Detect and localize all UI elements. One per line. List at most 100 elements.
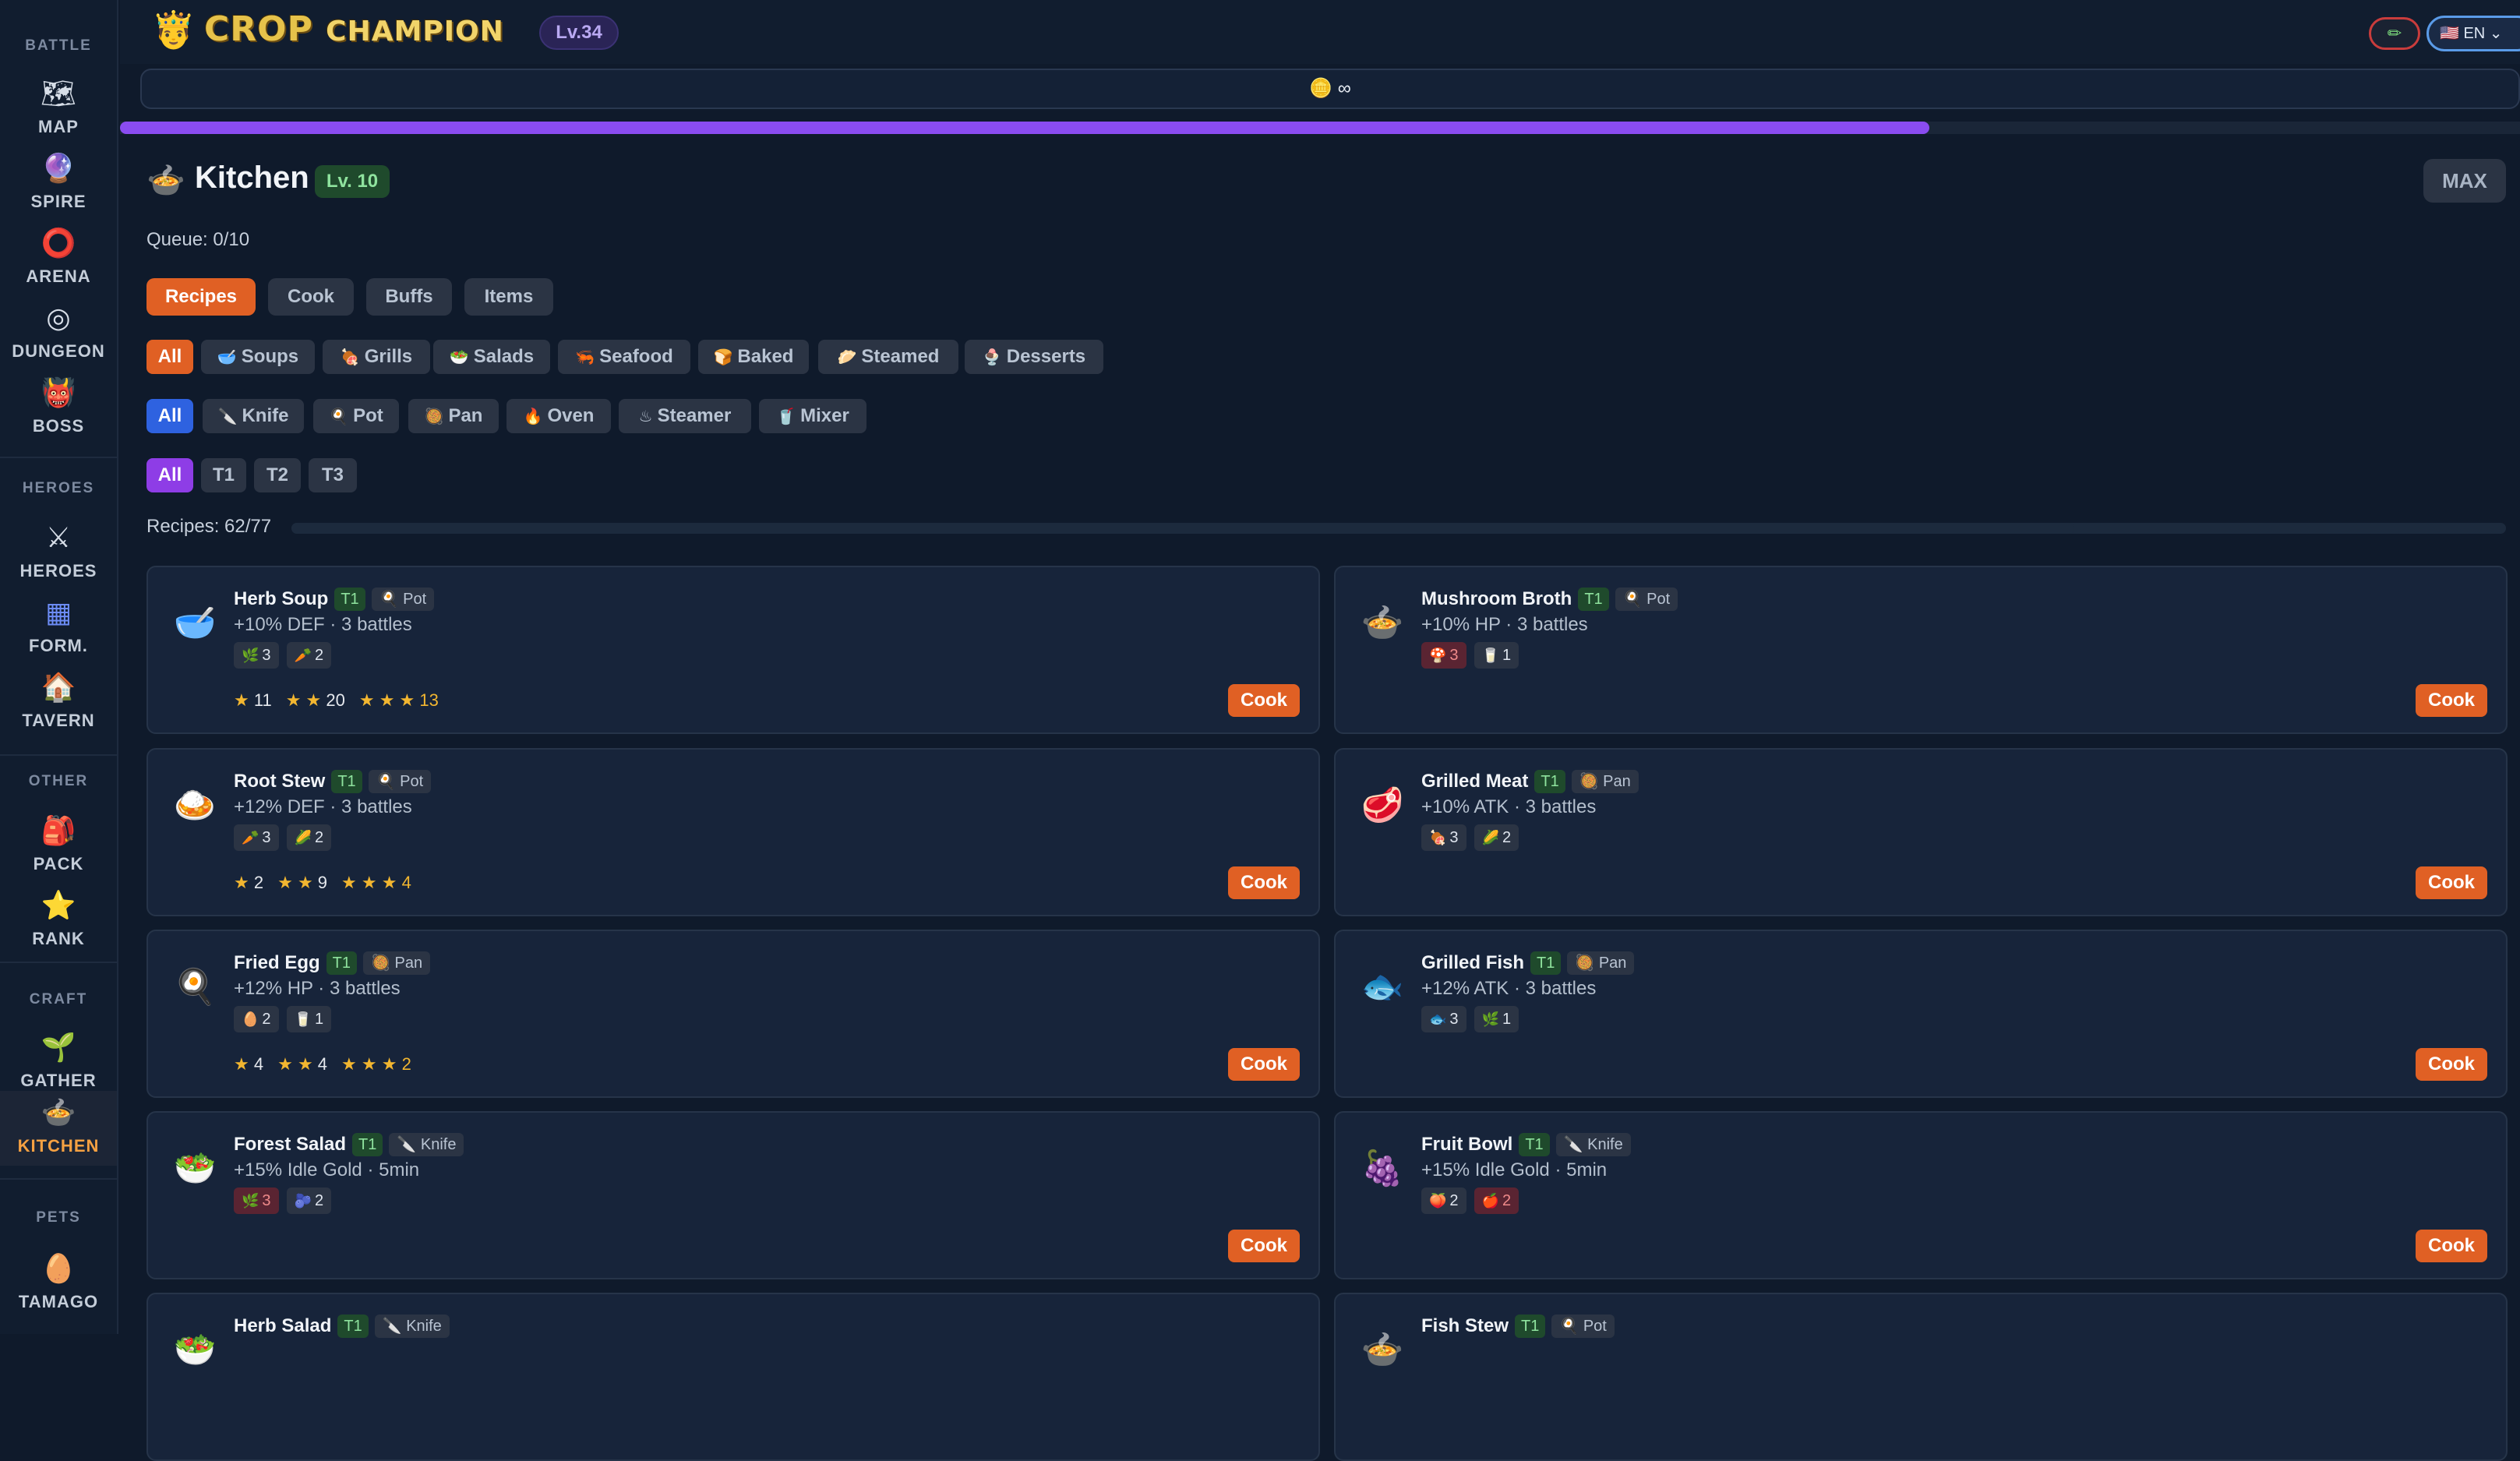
sidebar-item-dungeon[interactable]: ◎ DUNGEON xyxy=(0,296,117,371)
sidebar-item-map[interactable]: 🗺 MAP xyxy=(0,72,117,146)
recipe-name: Fish Stew T1 🍳 Pot xyxy=(1421,1315,1615,1338)
bread-icon: 🍞 xyxy=(713,349,733,366)
tier-badge: T1 xyxy=(1578,588,1609,611)
sidebar-item-spire[interactable]: 🔮 SPIRE xyxy=(0,146,117,221)
recipe-name: Fruit Bowl T1 🔪 Knife xyxy=(1421,1133,1631,1156)
category-salads[interactable]: 🥗 Salads xyxy=(433,340,550,374)
star-icon: ★ xyxy=(234,1054,254,1074)
avatar[interactable]: 🤴 xyxy=(151,8,196,51)
tier-badge: T1 xyxy=(331,770,362,793)
ingredient-icon: 🐟 xyxy=(1429,1011,1447,1027)
category-all[interactable]: All xyxy=(146,340,193,374)
category-baked[interactable]: 🍞 Baked xyxy=(698,340,809,374)
star-icon: ★ xyxy=(381,1054,402,1074)
tool-knife[interactable]: 🔪 Knife xyxy=(203,399,304,433)
tool-oven[interactable]: 🔥 Oven xyxy=(506,399,611,433)
cook-button[interactable]: Cook xyxy=(2416,1230,2487,1262)
tool-badge: 🍳 Pot xyxy=(1551,1315,1615,1338)
gold-value: ∞ xyxy=(1337,78,1351,99)
max-button[interactable]: MAX xyxy=(2423,159,2506,203)
sidebar-divider xyxy=(0,754,117,756)
ingredient-icon: 🌽 xyxy=(1481,830,1499,845)
ingredient-list: 🥕 3 🌽 2 xyxy=(234,824,332,851)
chip-label: Baked xyxy=(737,346,794,367)
cook-button[interactable]: Cook xyxy=(1228,684,1300,717)
gold-bar: 🪙 ∞ xyxy=(140,69,2520,109)
tier-all[interactable]: All xyxy=(146,458,193,492)
star-count: 20 xyxy=(326,690,345,710)
sidebar-item-tavern[interactable]: 🏠 TAVERN xyxy=(0,665,117,740)
sidebar-item-arena[interactable]: ⭕ ARENA xyxy=(0,221,117,296)
star-icon: ★ xyxy=(341,1054,362,1074)
ingredient-chip: 🍑 2 xyxy=(1421,1188,1466,1214)
recipe-name: Forest Salad T1 🔪 Knife xyxy=(234,1133,464,1156)
cook-button[interactable]: Cook xyxy=(2416,684,2487,717)
player-level-badge: Lv.34 xyxy=(539,16,619,50)
recipe-title: Root Stew xyxy=(234,771,326,792)
category-steamed[interactable]: 🥟 Steamed xyxy=(818,340,958,374)
tool-all[interactable]: All xyxy=(146,399,193,433)
tab-recipes[interactable]: Recipes xyxy=(146,278,256,316)
star-rating-1: ★ 2 xyxy=(234,873,263,893)
dish-icon: 🍲 xyxy=(1361,1331,1404,1369)
tab-cook[interactable]: Cook xyxy=(268,278,354,316)
category-grills[interactable]: 🍖 Grills xyxy=(323,340,430,374)
bowl-icon: 🥣 xyxy=(217,349,237,366)
chip-label: Knife xyxy=(242,405,289,426)
sidebar-item-heroes[interactable]: ⚔ HEROES xyxy=(0,516,117,591)
sidebar-item-rank[interactable]: ⭐ RANK xyxy=(0,884,117,958)
cook-button[interactable]: Cook xyxy=(1228,1230,1300,1262)
tier-t3[interactable]: T3 xyxy=(309,458,357,492)
tab-items[interactable]: Items xyxy=(464,278,553,316)
recipe-effect: +12% HP · 3 battles xyxy=(234,978,401,999)
cook-button[interactable]: Cook xyxy=(1228,866,1300,899)
chip-label: Soups xyxy=(241,346,299,367)
star-icon: ★ xyxy=(234,873,254,892)
tool-steamer[interactable]: ♨ Steamer xyxy=(619,399,751,433)
category-desserts[interactable]: 🍨 Desserts xyxy=(965,340,1103,374)
sidebar-item-label: ARENA xyxy=(26,266,91,286)
tab-buffs[interactable]: Buffs xyxy=(366,278,452,316)
game-title-main: CROP xyxy=(204,9,313,49)
sidebar-item-label: HEROES xyxy=(19,561,97,581)
star-count: 2 xyxy=(401,1054,411,1074)
star-icon: ★ xyxy=(305,690,326,710)
ingredient-icon: 🥕 xyxy=(242,830,259,845)
sidebar-item-gather[interactable]: 🌱 GATHER xyxy=(0,1025,117,1100)
cook-button[interactable]: Cook xyxy=(2416,1048,2487,1081)
sidebar-item-boss[interactable]: 👹 BOSS xyxy=(0,371,117,446)
ingredient-icon: 🥛 xyxy=(1481,648,1499,663)
sidebar-item-label: DUNGEON xyxy=(12,341,105,361)
tool-pan[interactable]: 🥘 Pan xyxy=(408,399,499,433)
pot-icon: 🍳 xyxy=(329,408,349,425)
dish-icon: 🥗 xyxy=(173,1149,217,1188)
sidebar-item-label: PACK xyxy=(33,854,84,873)
sidebar-item-formation[interactable]: ▦ FORM. xyxy=(0,591,117,665)
ingredient-icon: 🥕 xyxy=(294,648,312,663)
star-rating-3: ★ ★ ★ 4 xyxy=(341,873,411,893)
cook-button[interactable]: Cook xyxy=(2416,866,2487,899)
sidebar-item-kitchen[interactable]: 🍲 KITCHEN xyxy=(0,1091,117,1166)
tier-t1[interactable]: T1 xyxy=(201,458,246,492)
sidebar-item-pack[interactable]: 🎒 PACK xyxy=(0,809,117,884)
recipe-title: Fruit Bowl xyxy=(1421,1134,1513,1155)
sidebar-item-tamago[interactable]: 🥚 TAMAGO xyxy=(0,1247,117,1322)
ingredient-icon: 🌿 xyxy=(242,1193,259,1209)
ingredient-icon: 🌿 xyxy=(1481,1011,1499,1027)
tool-pot[interactable]: 🍳 Pot xyxy=(313,399,399,433)
tier-t2[interactable]: T2 xyxy=(254,458,301,492)
edit-button[interactable]: ✏ xyxy=(2369,17,2420,50)
star-icon: ★ xyxy=(234,690,254,710)
star-count: 11 xyxy=(253,690,272,710)
ingredient-chip: 🌿 1 xyxy=(1474,1006,1519,1032)
language-select[interactable]: 🇺🇸 EN ⌄ xyxy=(2426,16,2520,51)
star-rating-2: ★ ★ 4 xyxy=(277,1054,327,1075)
ingredient-chip: 🥛 1 xyxy=(286,1006,332,1032)
cook-button[interactable]: Cook xyxy=(1228,1048,1300,1081)
category-seafood[interactable]: 🦐 Seafood xyxy=(558,340,690,374)
category-soups[interactable]: 🥣 Soups xyxy=(201,340,315,374)
oven-icon: 🔥 xyxy=(523,408,543,425)
ingredient-list: 🌿 3 🫐 2 xyxy=(234,1188,332,1214)
xp-progress-fill xyxy=(120,122,1930,134)
tool-mixer[interactable]: 🥤 Mixer xyxy=(759,399,866,433)
